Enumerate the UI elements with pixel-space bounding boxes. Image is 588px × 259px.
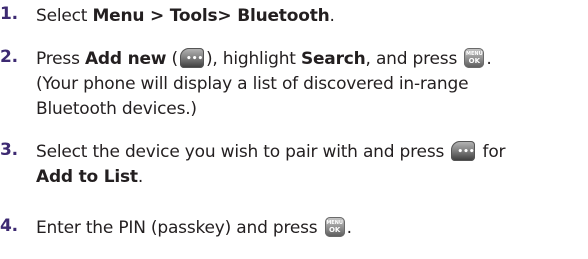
- step-text: Enter the PIN (passkey) and press MENU OK…: [36, 217, 352, 238]
- step-text: Press Add new (•••), highlight Search, a…: [36, 48, 492, 119]
- step-text: Select the device you wish to pair with …: [36, 141, 506, 187]
- soft-key-icon: •••: [451, 141, 476, 161]
- menu-ok-key-icon: MENU OK: [464, 48, 485, 68]
- soft-key-icon: •••: [179, 48, 204, 68]
- step-number: 3.: [0, 140, 18, 160]
- add-new-label: Add new: [84, 49, 167, 69]
- menu-ok-key-icon: MENU OK: [324, 217, 345, 237]
- step-number: 4.: [0, 216, 18, 236]
- step-number: 1.: [0, 4, 18, 24]
- step-number: 2.: [0, 47, 18, 67]
- step-text: Select Menu > Tools> Bluetooth.: [36, 6, 335, 26]
- search-label: Search: [300, 49, 366, 69]
- menu-path: Menu > Tools> Bluetooth: [92, 6, 330, 26]
- add-to-list-label: Add to List: [36, 167, 138, 187]
